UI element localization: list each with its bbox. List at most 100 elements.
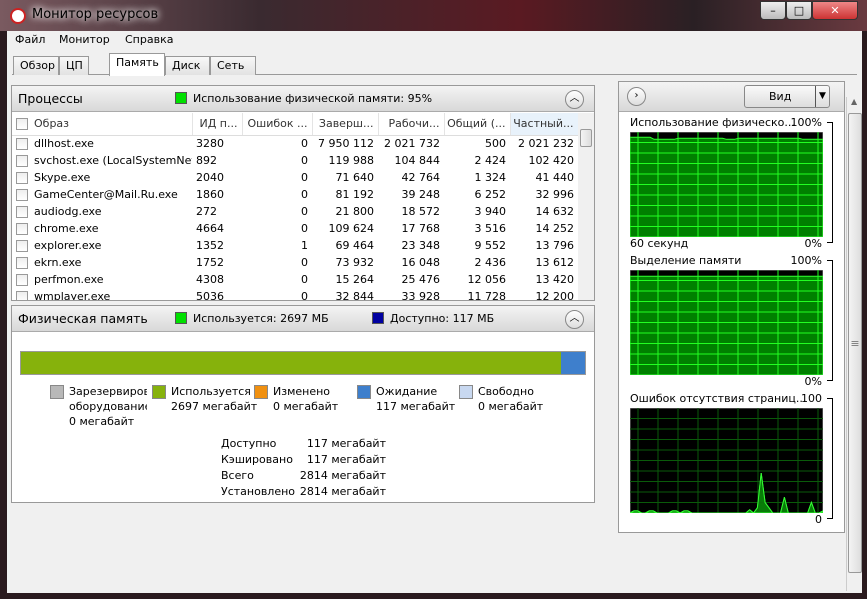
table-cell: 13 420 — [535, 273, 575, 286]
row-checkbox[interactable] — [16, 172, 28, 184]
column-header[interactable]: Частный... — [510, 113, 579, 136]
table-cell: audiodg.exe — [12, 203, 192, 220]
graph-scale-bracket — [827, 260, 833, 381]
legend-text: 0 мегабайт — [273, 400, 339, 413]
app-icon — [10, 8, 26, 24]
processes-table: Образ ИД п... Ошибок ... Заверш... Рабочи...… — [12, 113, 579, 301]
stat-value: 117 мегабайт — [306, 453, 386, 466]
close-button[interactable]: ✕ — [812, 1, 858, 20]
memory-bar-used — [21, 352, 562, 374]
column-header[interactable]: Рабочи... — [378, 113, 445, 136]
table-row[interactable]: svchost.exe (LocalSystemNet... 892 0 119 98… — [12, 152, 578, 169]
graphs-panel: › Вид ▼ Использование физическо... 100% 0%… — [618, 81, 845, 533]
graph-scale-bracket — [827, 122, 833, 243]
menu-file[interactable]: Файл — [15, 33, 45, 46]
tab-network[interactable]: Сеть — [210, 56, 256, 75]
expand-graphs-button[interactable]: › — [627, 87, 646, 106]
legend-text: 2697 мегабайт — [171, 400, 258, 413]
table-cell: 5036 — [196, 290, 224, 301]
row-checkbox[interactable] — [16, 274, 28, 286]
menu-monitor[interactable]: Монитор — [59, 33, 110, 46]
scroll-thumb[interactable] — [580, 129, 592, 147]
column-header[interactable]: ИД п... — [192, 113, 243, 136]
table-cell: dllhost.exe — [12, 135, 192, 152]
table-row[interactable]: GameCenter@Mail.Ru.exe 1860 0 81 192 39 248 6… — [12, 186, 578, 203]
row-checkbox[interactable] — [16, 240, 28, 252]
row-checkbox[interactable] — [16, 257, 28, 269]
table-row[interactable]: Skype.exe 2040 0 71 640 42 764 1 324 41 440 — [12, 169, 578, 186]
tab-overview[interactable]: Обзор — [13, 56, 59, 75]
collapse-physical-memory-button[interactable]: ︿ — [565, 310, 584, 329]
processes-scrollbar[interactable] — [578, 113, 594, 300]
select-all-checkbox[interactable] — [16, 118, 28, 131]
table-cell: 104 844 — [394, 154, 441, 167]
tab-memory[interactable]: Память — [109, 53, 165, 76]
row-checkbox[interactable] — [16, 223, 28, 235]
menu-bar: Файл Монитор Справка — [7, 31, 862, 50]
column-header[interactable]: Образ — [12, 113, 193, 136]
process-name: audiodg.exe — [34, 205, 102, 218]
stat-label: Доступно — [221, 437, 277, 450]
table-cell: 4664 — [196, 222, 224, 235]
graph-time-label: 60 секунд — [630, 237, 689, 250]
row-checkbox[interactable] — [16, 138, 28, 151]
menu-help[interactable]: Справка — [125, 33, 173, 46]
row-checkbox[interactable] — [16, 155, 28, 167]
table-cell: 102 420 — [528, 154, 575, 167]
table-cell: 17 768 — [401, 222, 441, 235]
minimize-button[interactable]: – — [760, 1, 786, 20]
table-cell: 32 996 — [535, 188, 575, 201]
legend-swatch — [254, 385, 268, 399]
table-cell: 1752 — [196, 256, 224, 269]
table-cell: ekrn.exe — [12, 254, 192, 271]
legend-item: Свободно 0 мегабайт — [459, 384, 559, 432]
physical-memory-panel: Физическая память Используется: 2697 МБ … — [11, 305, 595, 503]
table-row[interactable]: dllhost.exe 3280 0 7 950 112 2 021 732 500 2 0… — [12, 135, 578, 152]
used-label: Используется: 2697 МБ — [193, 312, 329, 325]
maximize-button[interactable]: □ — [786, 1, 812, 20]
table-cell: 23 348 — [401, 239, 441, 252]
legend-text: Изменено — [273, 385, 331, 398]
table-row[interactable]: wmplayer.exe 5036 0 32 844 33 928 11 728 12 20… — [12, 288, 578, 301]
table-row[interactable]: explorer.exe 1352 1 69 464 23 348 9 552 13 796 — [12, 237, 578, 254]
column-header[interactable]: Заверш... — [312, 113, 379, 136]
memory-usage-bar — [20, 351, 586, 375]
table-row[interactable]: perfmon.exe 4308 0 15 264 25 476 12 056 13 420 — [12, 271, 578, 288]
process-name: GameCenter@Mail.Ru.exe — [34, 188, 178, 201]
row-checkbox[interactable] — [16, 206, 28, 218]
scroll-thumb[interactable]: ≡ — [848, 113, 862, 573]
legend-text: 0 мегабайт — [69, 415, 135, 428]
available-swatch — [372, 312, 384, 324]
table-row[interactable]: ekrn.exe 1752 0 73 932 16 048 2 436 13 612 — [12, 254, 578, 271]
legend-swatch — [152, 385, 166, 399]
column-header[interactable]: Общий (... — [444, 113, 511, 136]
right-scrollbar[interactable]: ▲ ≡ — [846, 97, 862, 591]
graph-area — [630, 136, 823, 237]
table-cell: 18 572 — [401, 205, 441, 218]
tab-disk[interactable]: Диск — [165, 56, 210, 75]
table-cell: 3 516 — [474, 222, 507, 235]
table-cell: 0 — [301, 205, 308, 218]
collapse-processes-button[interactable]: ︿ — [565, 90, 584, 109]
processes-title: Процессы — [18, 91, 83, 106]
column-header[interactable]: Ошибок ... — [242, 113, 313, 136]
table-cell: 3280 — [196, 137, 224, 151]
view-dropdown[interactable]: Вид ▼ — [744, 85, 830, 108]
row-checkbox[interactable] — [16, 189, 28, 201]
legend-item: Ожидание 117 мегабайт — [357, 384, 457, 432]
available-label: Доступно: 117 МБ — [390, 312, 495, 325]
table-cell: perfmon.exe — [12, 271, 192, 288]
tab-cpu[interactable]: ЦП — [59, 56, 89, 75]
used-swatch — [175, 312, 187, 324]
memory-bar-standby — [561, 352, 585, 374]
table-cell: 73 932 — [335, 256, 375, 269]
table-cell: 0 — [301, 222, 308, 235]
tab-bar: Обзор ЦП Память Диск Сеть — [12, 53, 857, 76]
row-checkbox[interactable] — [16, 291, 28, 300]
process-name: explorer.exe — [34, 239, 102, 252]
graph-scale-bracket — [827, 398, 833, 519]
processes-header[interactable]: Процессы Использование физической памяти… — [12, 86, 594, 112]
table-row[interactable]: chrome.exe 4664 0 109 624 17 768 3 516 14 252 — [12, 220, 578, 237]
table-row[interactable]: audiodg.exe 272 0 21 800 18 572 3 940 14 632 — [12, 203, 578, 220]
physical-memory-header[interactable]: Физическая память Используется: 2697 МБ … — [12, 306, 594, 332]
